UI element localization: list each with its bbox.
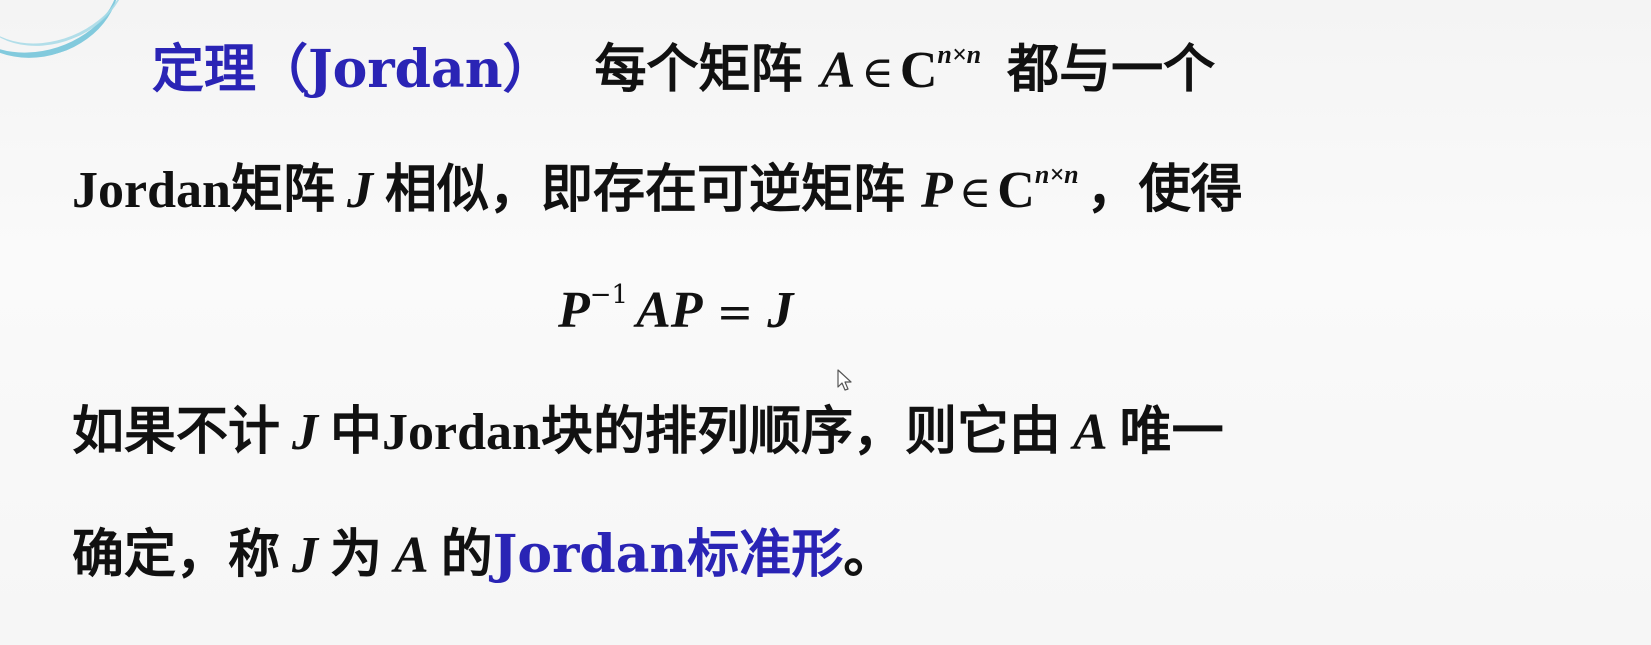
word-jordan: Jordan [382,404,541,461]
formula-equals: = [716,287,754,338]
theorem-line-1: 定理（Jordan） 每个矩阵 A ∈ Cn×n 都与一个 [152,40,1215,103]
decorative-swoosh-inner [0,0,148,69]
line4-text-a: 确定，称 [72,524,281,585]
matrix-a: A [1072,404,1108,461]
line3-text-d: 唯一 [1119,401,1224,462]
theorem-line-3: 如果不计 J 中Jordan块的排列顺序，则它由 A 唯一 [72,402,1224,463]
mouse-pointer-icon [837,369,852,391]
line1-text-b: 都与一个 [1007,39,1216,100]
word-jordan: Jordan [72,162,231,219]
line4-text-b: 为 [330,524,383,585]
line4-text-d: 。 [843,524,896,585]
line3-text-a: 如果不计 [72,401,281,462]
line2-text-a: 矩阵 [230,159,335,220]
matrix-j: J [292,527,319,584]
line2-text-c: ，使得 [1086,159,1243,220]
matrix-p: P [920,162,953,219]
formula-ap: AP [636,282,703,339]
theorem-label: 定理（Jordan） [152,39,555,100]
complex-field: C [899,42,938,99]
dimension-superscript: n×n [1034,160,1079,189]
theorem-line-2: Jordan矩阵 J 相似，即存在可逆矩阵 P ∈ Cn×n ，使得 [72,160,1243,223]
formula: P−1 AP = J [558,280,793,343]
element-of-symbol: ∈ [958,167,992,218]
slide: 定理（Jordan） 每个矩阵 A ∈ Cn×n 都与一个 Jordan矩阵 J 相似，即存在… [0,0,1651,645]
line1-text-a: 每个矩阵 [594,39,803,100]
jordan-normal-form-term: Jordan标准形 [492,524,844,585]
line2-text-b: 相似，即存在可逆矩阵 [384,159,905,220]
dimension-superscript: n×n [937,40,982,69]
matrix-j: J [346,162,373,219]
line3-text-b: 中 [330,401,383,462]
theorem-line-4: 确定，称 J 为 A 的Jordan标准形。 [72,525,895,586]
matrix-a: A [820,42,856,99]
matrix-a: A [394,527,429,584]
formula-j: J [767,282,794,339]
complex-field: C [997,162,1035,219]
formula-exponent: −1 [589,280,629,310]
element-of-symbol: ∈ [861,47,894,98]
formula-p: P [558,282,590,339]
line4-text-c: 的 [440,524,493,585]
matrix-j: J [292,404,319,461]
line3-text-c: 块的排列顺序，则它由 [540,401,1061,462]
